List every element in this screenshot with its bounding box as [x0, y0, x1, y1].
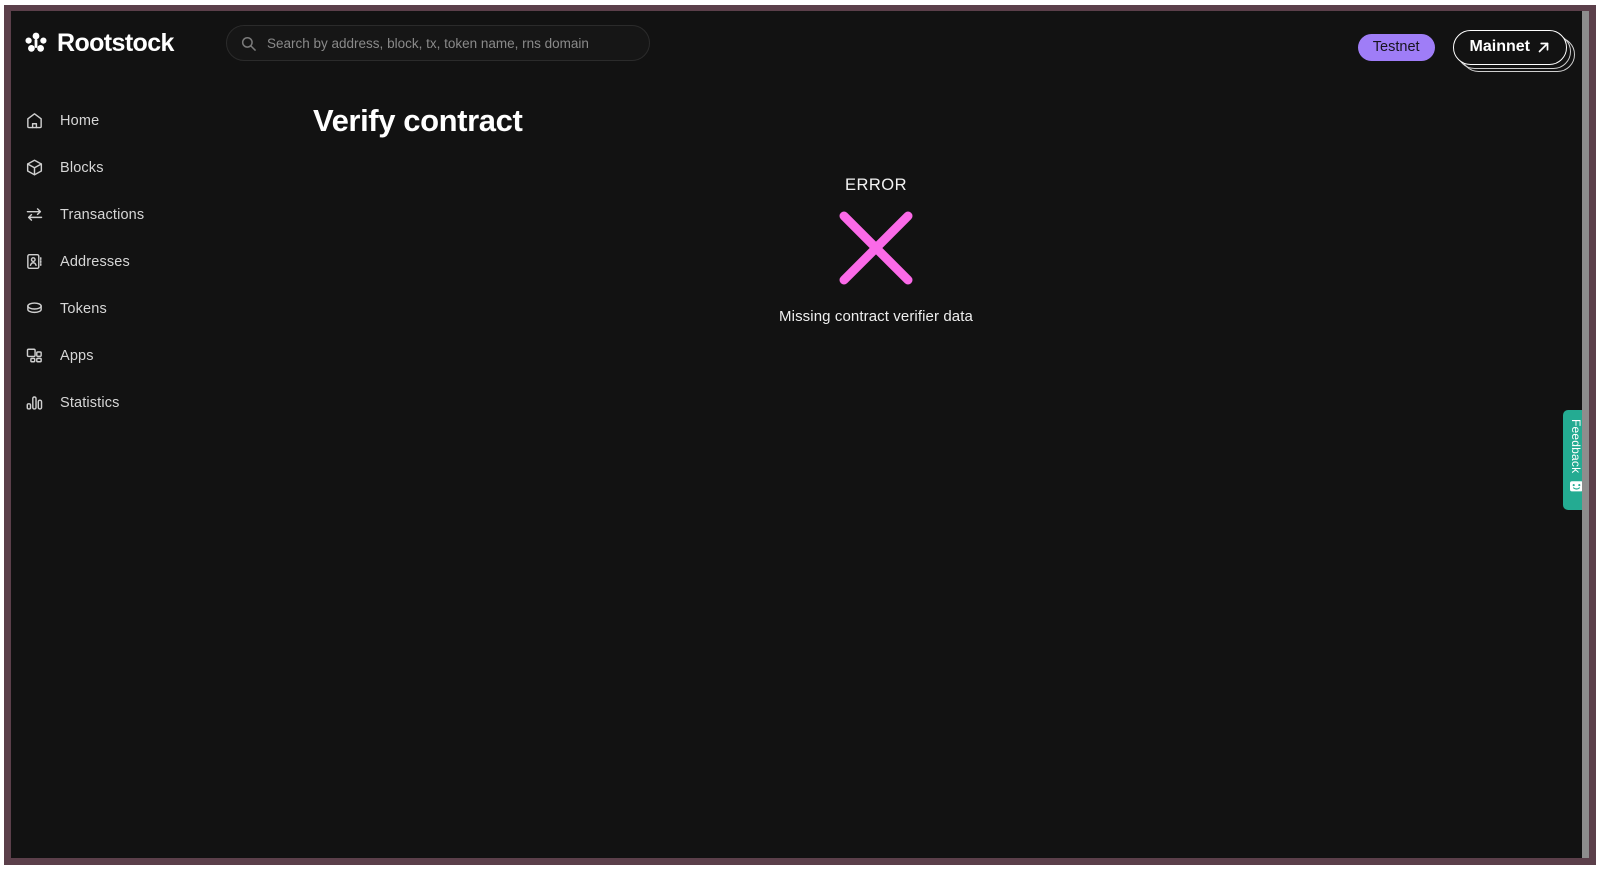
cube-icon [25, 158, 44, 177]
external-link-arrow-icon [1537, 41, 1550, 54]
sidebar-item-tokens[interactable]: Tokens [11, 285, 311, 332]
apps-grid-icon [25, 346, 44, 365]
contact-card-icon [25, 252, 44, 271]
sidebar-item-label: Statistics [60, 394, 120, 411]
brand-logo-link[interactable]: Rootstock [23, 30, 219, 56]
coin-icon [25, 299, 44, 318]
error-state: ERROR Missing contract verifier data [311, 176, 1441, 325]
body-row: Home Blocks Transactions Addresses Token… [11, 75, 1589, 858]
feedback-label: Feedback [1569, 419, 1583, 474]
sidebar-item-transactions[interactable]: Transactions [11, 191, 311, 238]
search-bar[interactable] [226, 25, 650, 61]
mainnet-button-label: Mainnet [1469, 38, 1530, 55]
main-content: Verify contract ERROR Missing contract v… [311, 75, 1589, 858]
sidebar-item-label: Home [60, 112, 100, 129]
page-title: Verify contract [313, 103, 523, 138]
home-icon [25, 111, 44, 130]
network-switcher: Testnet Mainnet [1357, 30, 1576, 72]
sidebar-item-home[interactable]: Home [11, 97, 311, 144]
brand-name: Rootstock [57, 28, 174, 57]
error-message: Missing contract verifier data [779, 308, 973, 325]
mainnet-button-stack: Mainnet [1452, 30, 1576, 72]
sidebar-item-addresses[interactable]: Addresses [11, 238, 311, 285]
browser-frame: Rootstock Testnet Mainnet [4, 5, 1596, 865]
search-icon [241, 36, 256, 51]
top-header: Rootstock Testnet Mainnet [11, 11, 1589, 75]
bar-chart-icon [25, 393, 44, 412]
testnet-badge[interactable]: Testnet [1357, 33, 1435, 62]
vertical-scrollbar[interactable] [1582, 11, 1589, 858]
sidebar-item-label: Apps [60, 347, 94, 364]
sidebar-item-blocks[interactable]: Blocks [11, 144, 311, 191]
sidebar-item-statistics[interactable]: Statistics [11, 379, 311, 426]
sidebar-item-label: Blocks [60, 159, 104, 176]
sidebar-item-label: Addresses [60, 253, 130, 270]
mainnet-button[interactable]: Mainnet [1452, 30, 1567, 65]
sidebar-item-apps[interactable]: Apps [11, 332, 311, 379]
error-x-mark-icon [836, 208, 916, 288]
sidebar-item-label: Tokens [60, 300, 107, 317]
search-input[interactable] [267, 35, 635, 51]
rootstock-cluster-logo-icon [23, 30, 49, 56]
sidebar-item-label: Transactions [60, 206, 145, 223]
app-root: Rootstock Testnet Mainnet [11, 11, 1589, 858]
swap-arrows-icon [25, 205, 44, 224]
sidebar: Home Blocks Transactions Addresses Token… [11, 75, 311, 858]
error-kicker: ERROR [844, 176, 908, 194]
